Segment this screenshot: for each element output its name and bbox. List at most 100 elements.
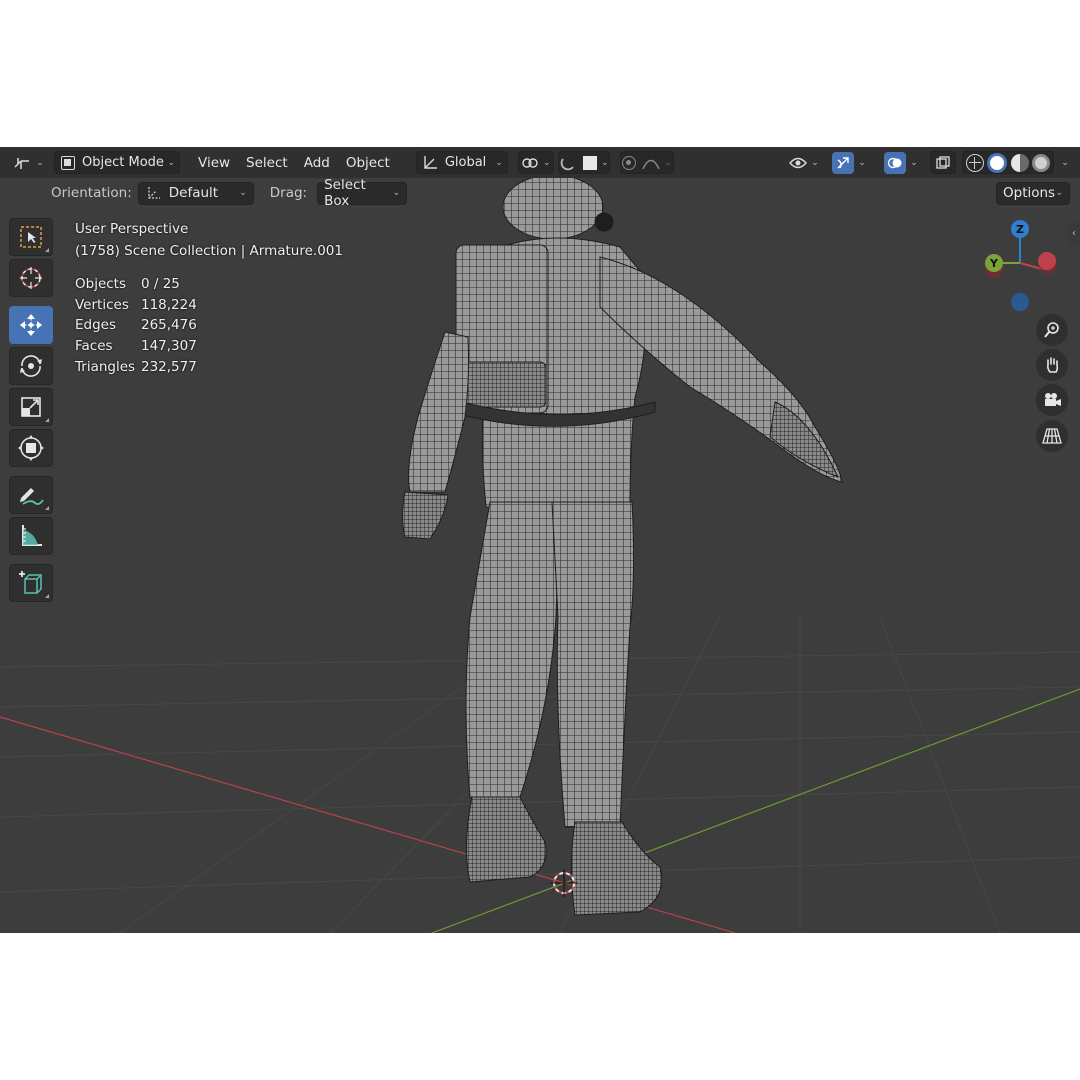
add-cube-tool[interactable] xyxy=(9,564,53,602)
solid-shading-icon[interactable] xyxy=(987,152,1008,173)
eye-icon xyxy=(789,157,808,168)
options-dropdown[interactable]: Options ⌄ xyxy=(996,181,1070,205)
overlay-toggle-group[interactable]: ⌄ xyxy=(878,151,924,174)
cursor-icon xyxy=(20,267,42,289)
perspective-toggle-button[interactable] xyxy=(1036,420,1068,452)
pivot-point-dropdown[interactable]: ⌄ xyxy=(517,151,554,174)
shading-mode-group[interactable] xyxy=(962,151,1054,174)
rendered-shading-icon[interactable] xyxy=(1031,153,1050,172)
menu-select[interactable]: Select xyxy=(238,151,296,174)
chevron-down-icon: ⌄ xyxy=(811,157,819,168)
chevron-down-icon: ⌄ xyxy=(392,188,401,198)
zoom-button[interactable] xyxy=(1036,314,1068,346)
transform-orientation-label: Global xyxy=(444,155,487,170)
scene-collection-label: (1758) Scene Collection | Armature.001 xyxy=(75,243,343,259)
tool-shelf xyxy=(9,218,55,605)
editor-type-button[interactable]: ⌄ xyxy=(10,151,46,174)
header-menus: View Select Add Object xyxy=(190,151,398,174)
pan-button[interactable] xyxy=(1036,349,1068,381)
stat-row-faces: Faces 147,307 xyxy=(75,338,197,355)
viewport-info-overlay: User Perspective (1758) Scene Collection… xyxy=(75,218,343,377)
z-axis-label: Z xyxy=(1016,223,1024,236)
proportional-edit-group[interactable]: ⌄ xyxy=(619,151,674,174)
zoom-icon xyxy=(1044,322,1059,338)
transform-orientation-dropdown[interactable]: Global ⌄ xyxy=(415,151,508,174)
chevron-down-icon: ⌄ xyxy=(36,157,44,168)
mode-label: Object Mode xyxy=(82,155,164,170)
chevron-down-icon: ⌄ xyxy=(495,157,503,168)
rotate-icon xyxy=(20,355,42,377)
wireframe-shading-icon[interactable] xyxy=(966,153,984,172)
add-cube-icon xyxy=(19,571,42,594)
chevron-down-icon: ⌄ xyxy=(910,157,918,168)
link-icon xyxy=(522,157,538,168)
overlays-icon[interactable] xyxy=(884,151,907,174)
orientation-label: Orientation: xyxy=(51,185,132,201)
axes-editor-icon xyxy=(14,157,30,169)
object-mode-icon xyxy=(61,155,75,170)
negative-z-axis-icon xyxy=(1011,293,1029,311)
chevron-down-icon: ⌄ xyxy=(601,157,609,168)
camera-icon xyxy=(1045,393,1061,406)
snap-target-icon xyxy=(583,155,598,170)
chevron-down-icon: ⌄ xyxy=(167,157,175,168)
chevron-down-icon: ⌄ xyxy=(1061,157,1069,168)
orientation-dropdown[interactable]: Default ⌄ xyxy=(137,181,254,205)
drag-dropdown[interactable]: Select Box ⌄ xyxy=(317,177,408,209)
navigation-gizmo[interactable]: Y Z xyxy=(980,217,1060,317)
transform-tool[interactable] xyxy=(9,429,53,467)
stat-row-objects: Objects 0 / 25 xyxy=(75,276,180,292)
rotate-tool[interactable] xyxy=(9,347,53,385)
mode-dropdown[interactable]: Object Mode ⌄ xyxy=(54,151,180,174)
scene-statistics: Objects 0 / 25 Vertices 118,224 Edges 26… xyxy=(75,274,343,377)
scale-tool[interactable] xyxy=(9,388,53,426)
transform-icon xyxy=(18,435,44,461)
menu-view[interactable]: View xyxy=(190,151,238,174)
material-shading-icon[interactable] xyxy=(1010,153,1029,172)
snap-group[interactable]: ⌄ xyxy=(557,151,610,174)
chevron-down-icon: ⌄ xyxy=(664,157,672,168)
chevron-down-icon: ⌄ xyxy=(543,157,551,168)
cursor-tool[interactable] xyxy=(9,259,53,297)
orientation-gizmo-icon xyxy=(424,155,437,169)
grid-perspective-icon xyxy=(1042,428,1062,444)
x-axis-icon xyxy=(1038,252,1056,270)
y-axis-label: Y xyxy=(989,257,999,270)
pencil-icon xyxy=(20,488,44,505)
visibility-dropdown[interactable]: ⌄ xyxy=(786,151,822,174)
options-label: Options xyxy=(1003,185,1056,201)
ruler-icon xyxy=(22,525,42,546)
select-box-tool[interactable] xyxy=(9,218,53,256)
chevron-down-icon: ⌄ xyxy=(1055,188,1063,198)
stat-row-triangles: Triangles 232,577 xyxy=(75,358,197,375)
shading-options-dropdown[interactable]: ⌄ xyxy=(1056,151,1074,174)
move-tool[interactable] xyxy=(9,306,53,344)
xray-icon xyxy=(936,155,950,169)
viewport-header: ⌄ Object Mode ⌄ View Select Add Object G… xyxy=(0,147,1080,178)
measure-tool[interactable] xyxy=(9,517,53,555)
menu-add[interactable]: Add xyxy=(296,151,338,174)
scale-icon xyxy=(21,397,41,417)
gizmo-icon[interactable] xyxy=(832,151,855,174)
hand-icon xyxy=(1046,357,1059,373)
gizmo-toggle-group[interactable]: ⌄ xyxy=(826,151,872,174)
drag-value: Select Box xyxy=(324,177,366,209)
magnet-icon xyxy=(560,157,574,170)
orientation-axes-icon xyxy=(148,187,160,199)
stat-row-vertices: Vertices 118,224 xyxy=(75,296,197,313)
falloff-curve-icon xyxy=(642,159,660,169)
drag-label: Drag: xyxy=(269,185,308,201)
annotate-tool[interactable] xyxy=(9,476,53,514)
chevron-down-icon: ⌄ xyxy=(239,188,247,198)
proportional-edit-icon xyxy=(622,155,637,170)
sidebar-toggle-arrow[interactable]: ‹ xyxy=(1068,221,1080,245)
blender-window: ⌄ Object Mode ⌄ View Select Add Object G… xyxy=(0,147,1080,933)
menu-object[interactable]: Object xyxy=(338,151,398,174)
select-box-icon xyxy=(20,226,42,248)
orientation-value: Default xyxy=(168,185,219,201)
stat-row-edges: Edges 265,476 xyxy=(75,317,197,334)
tool-settings-header: Orientation: Default ⌄ Drag: Select Box … xyxy=(0,177,1080,209)
view-perspective-label: User Perspective xyxy=(75,221,189,237)
xray-toggle[interactable] xyxy=(930,151,956,174)
camera-view-button[interactable] xyxy=(1036,384,1068,416)
